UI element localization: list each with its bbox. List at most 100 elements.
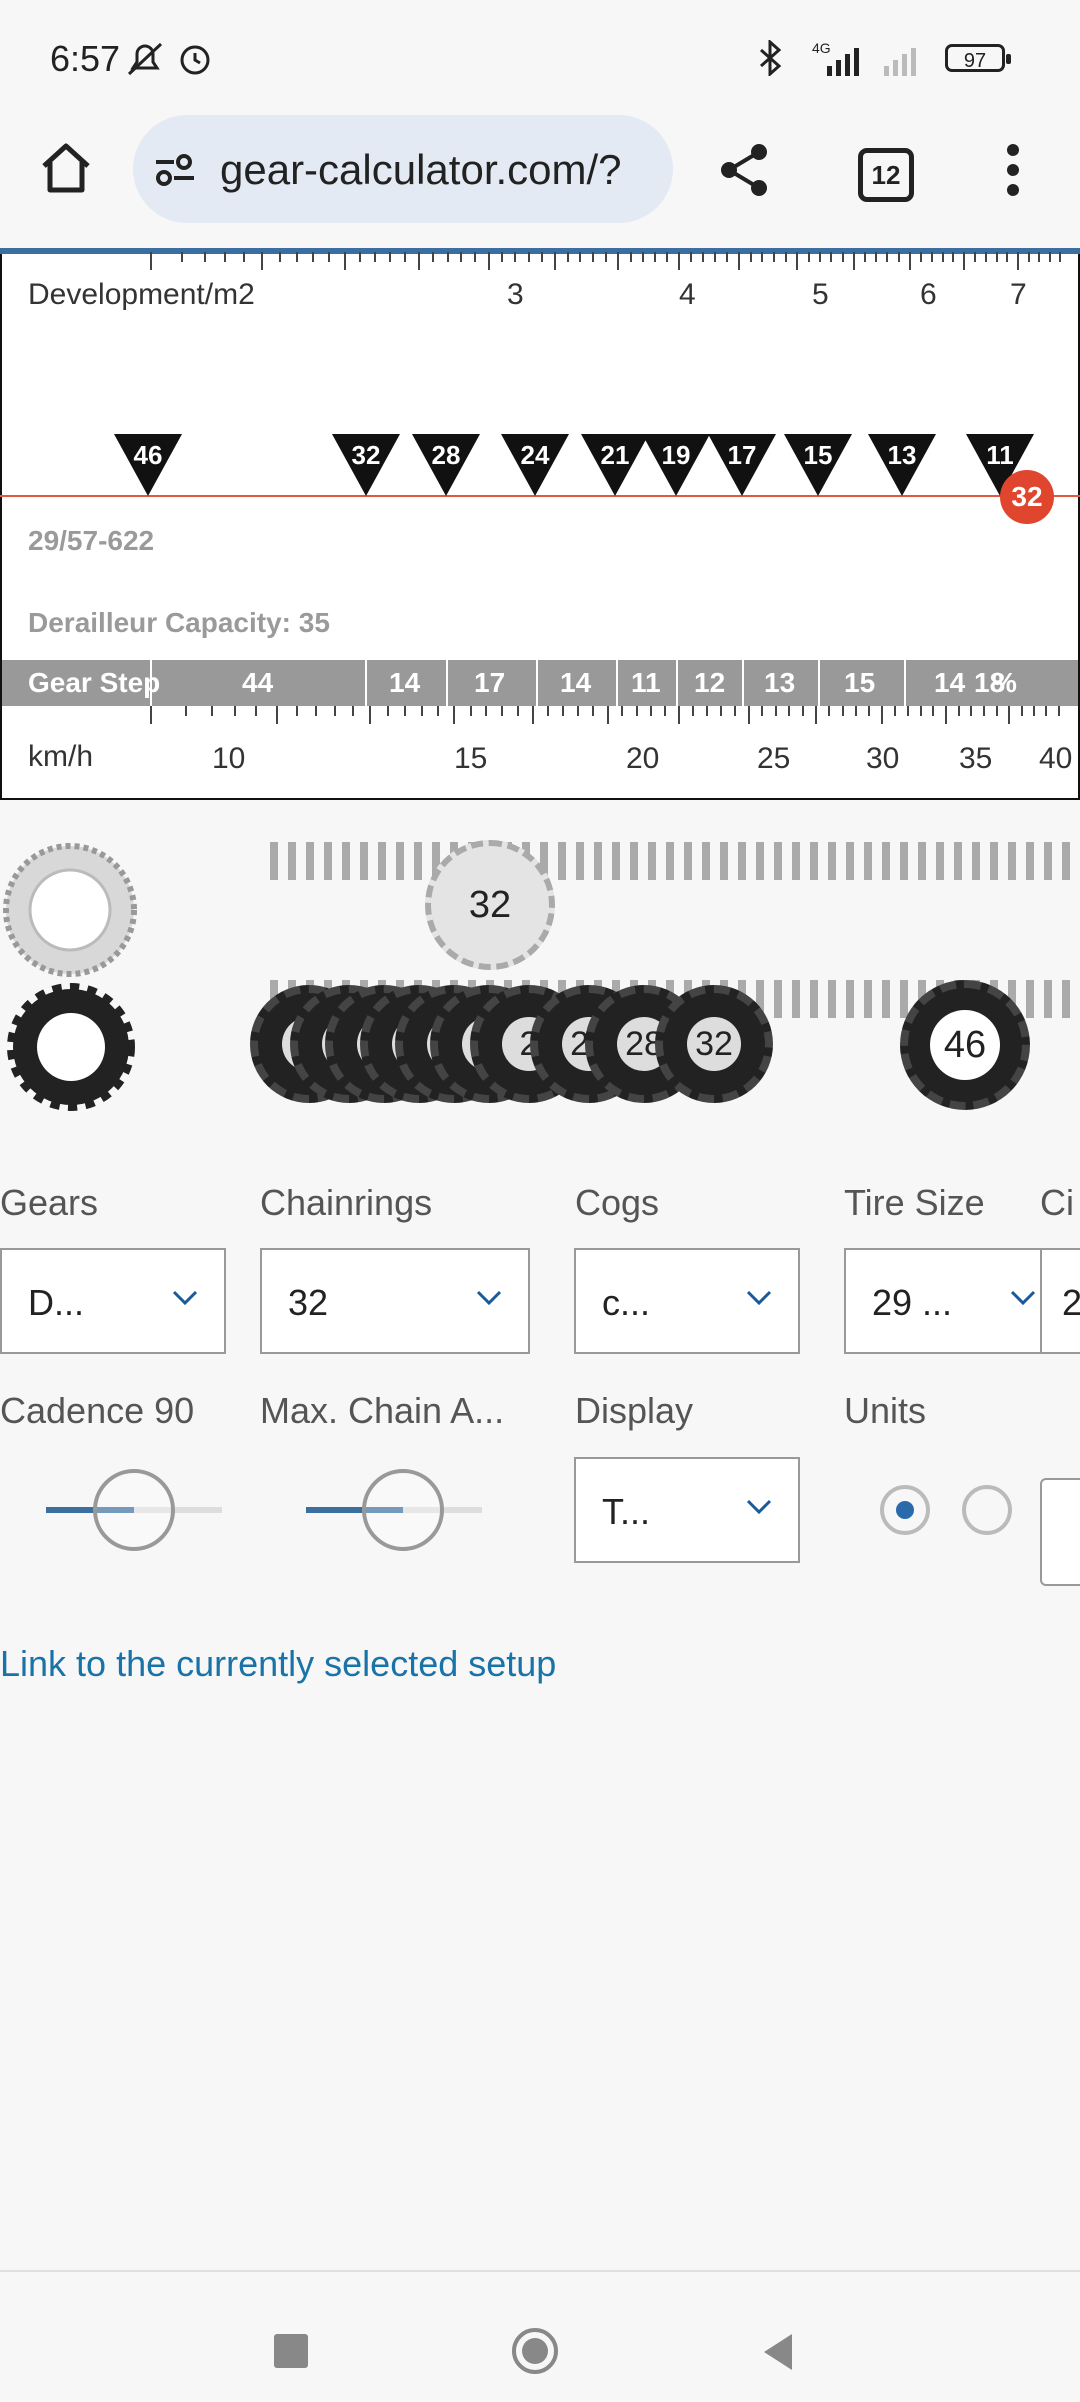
tire-size-select[interactable]: 29 ... bbox=[844, 1248, 1044, 1354]
cogs-select[interactable]: c... bbox=[574, 1248, 800, 1354]
ruler-tick bbox=[501, 706, 504, 716]
ruler-tick bbox=[333, 706, 336, 716]
ruler-tick bbox=[908, 252, 911, 270]
cog-marker-46: 46 bbox=[114, 434, 182, 496]
ruler-tick bbox=[930, 252, 933, 262]
bluetooth-icon bbox=[760, 40, 782, 76]
site-info-icon[interactable] bbox=[152, 148, 200, 192]
chainring-marker: 32 bbox=[1000, 470, 1054, 524]
ruler-tick bbox=[233, 706, 236, 716]
home-icon[interactable] bbox=[38, 140, 94, 196]
circumference-input[interactable]: 2 bbox=[1040, 1248, 1080, 1354]
ruler-tick bbox=[995, 252, 998, 262]
ruler-tick bbox=[566, 252, 569, 262]
alarm-icon bbox=[180, 45, 210, 75]
ruler-tick bbox=[747, 706, 750, 724]
ruler-tick bbox=[604, 252, 607, 262]
ruler-tick bbox=[984, 252, 987, 262]
ruler-tick bbox=[386, 706, 389, 716]
tabs-icon[interactable]: 12 bbox=[858, 148, 914, 202]
development-label: Development/m2 bbox=[28, 278, 255, 311]
ruler-tick bbox=[592, 706, 594, 716]
gear-step-divider bbox=[616, 660, 618, 706]
chevron-down-icon bbox=[172, 1290, 198, 1306]
ruler-tick bbox=[1048, 252, 1051, 262]
units-radio-imperial[interactable] bbox=[962, 1485, 1012, 1535]
ruler-tick bbox=[957, 706, 960, 716]
cog-marker-17: 17 bbox=[708, 434, 776, 496]
development-tick-6: 6 bbox=[920, 278, 937, 311]
signal-icon bbox=[827, 48, 859, 76]
ruler-tick bbox=[864, 252, 867, 262]
gear-step-divider bbox=[742, 660, 744, 706]
gear-step-value: 14 bbox=[560, 667, 592, 698]
development-tick-7: 7 bbox=[1010, 278, 1027, 311]
chainring-selected: 32 bbox=[425, 840, 555, 970]
chevron-down-icon bbox=[746, 1499, 772, 1515]
cog-marker-24: 24 bbox=[501, 434, 569, 496]
ruler-tick bbox=[635, 706, 638, 716]
angle-knob[interactable] bbox=[361, 1469, 444, 1551]
ruler-tick bbox=[1059, 252, 1062, 262]
home-circle-icon[interactable] bbox=[512, 2328, 558, 2374]
development-tick-4: 4 bbox=[679, 278, 696, 311]
setup-link[interactable]: Link to the currently selected setup bbox=[0, 1643, 556, 1685]
gears-select[interactable]: D... bbox=[0, 1248, 226, 1354]
ruler-tick bbox=[532, 706, 535, 724]
ruler-tick bbox=[1033, 706, 1035, 716]
circumference-value: 2 bbox=[1062, 1282, 1080, 1323]
ruler-tick bbox=[369, 706, 372, 724]
ruler-tick bbox=[453, 706, 456, 724]
speed-tick-30: 30 bbox=[866, 742, 900, 775]
cog-marker-15: 15 bbox=[784, 434, 852, 496]
ruler-tick bbox=[1017, 252, 1020, 270]
ruler-tick bbox=[1045, 706, 1048, 716]
gear-step-value: 14 bbox=[934, 667, 966, 698]
ruler-tick bbox=[485, 706, 488, 716]
url-text[interactable]: gear-calculator.com/? bbox=[220, 146, 650, 194]
share-icon[interactable] bbox=[715, 140, 775, 200]
stop-icon[interactable] bbox=[274, 2334, 308, 2368]
ruler-tick bbox=[276, 706, 279, 724]
max-chain-angle-slider[interactable] bbox=[306, 1469, 482, 1551]
ruler-tick bbox=[784, 252, 787, 262]
chainrings-select[interactable]: 32 bbox=[260, 1248, 530, 1354]
units-extra-button[interactable] bbox=[1040, 1478, 1080, 1586]
ruler-tick bbox=[1057, 706, 1060, 716]
tire-size-label: Tire Size bbox=[844, 1182, 985, 1223]
ruler-tick bbox=[796, 252, 799, 270]
display-label: Display bbox=[575, 1390, 694, 1431]
ruler-tick bbox=[314, 706, 317, 716]
speed-ruler bbox=[0, 706, 1080, 742]
ruler-tick bbox=[1038, 252, 1041, 262]
cadence-knob[interactable] bbox=[93, 1469, 175, 1551]
ruler-tick bbox=[886, 252, 889, 262]
chainring-icon bbox=[3, 843, 137, 977]
ruler-tick bbox=[184, 706, 187, 716]
ruler-tick bbox=[974, 252, 977, 262]
chainrings-label: Chainrings bbox=[260, 1182, 433, 1223]
units-radio-metric[interactable] bbox=[880, 1485, 930, 1535]
ruler-tick bbox=[678, 252, 681, 270]
ruler-tick bbox=[389, 252, 392, 262]
ruler-tick bbox=[772, 252, 775, 262]
ruler-tick bbox=[328, 252, 331, 262]
speed-tick-40: 40 bbox=[1039, 742, 1073, 775]
cadence-slider[interactable] bbox=[46, 1469, 222, 1551]
ruler-tick bbox=[654, 252, 657, 262]
system-nav-bar bbox=[0, 2270, 1080, 2402]
ruler-tick bbox=[706, 706, 709, 716]
gear-step-bar bbox=[2, 660, 1078, 706]
more-icon[interactable] bbox=[998, 140, 1028, 200]
chainrings-value: 32 bbox=[288, 1282, 329, 1323]
status-time: 6:57 bbox=[50, 38, 121, 79]
speed-tick-25: 25 bbox=[757, 742, 791, 775]
ruler-tick bbox=[963, 252, 966, 270]
display-select[interactable]: T... bbox=[574, 1457, 800, 1563]
ruler-tick bbox=[374, 252, 377, 262]
ruler-tick bbox=[854, 706, 857, 716]
back-icon[interactable] bbox=[760, 2332, 796, 2372]
ruler-tick bbox=[641, 252, 644, 262]
ruler-tick bbox=[295, 252, 298, 262]
ruler-tick bbox=[553, 252, 556, 270]
